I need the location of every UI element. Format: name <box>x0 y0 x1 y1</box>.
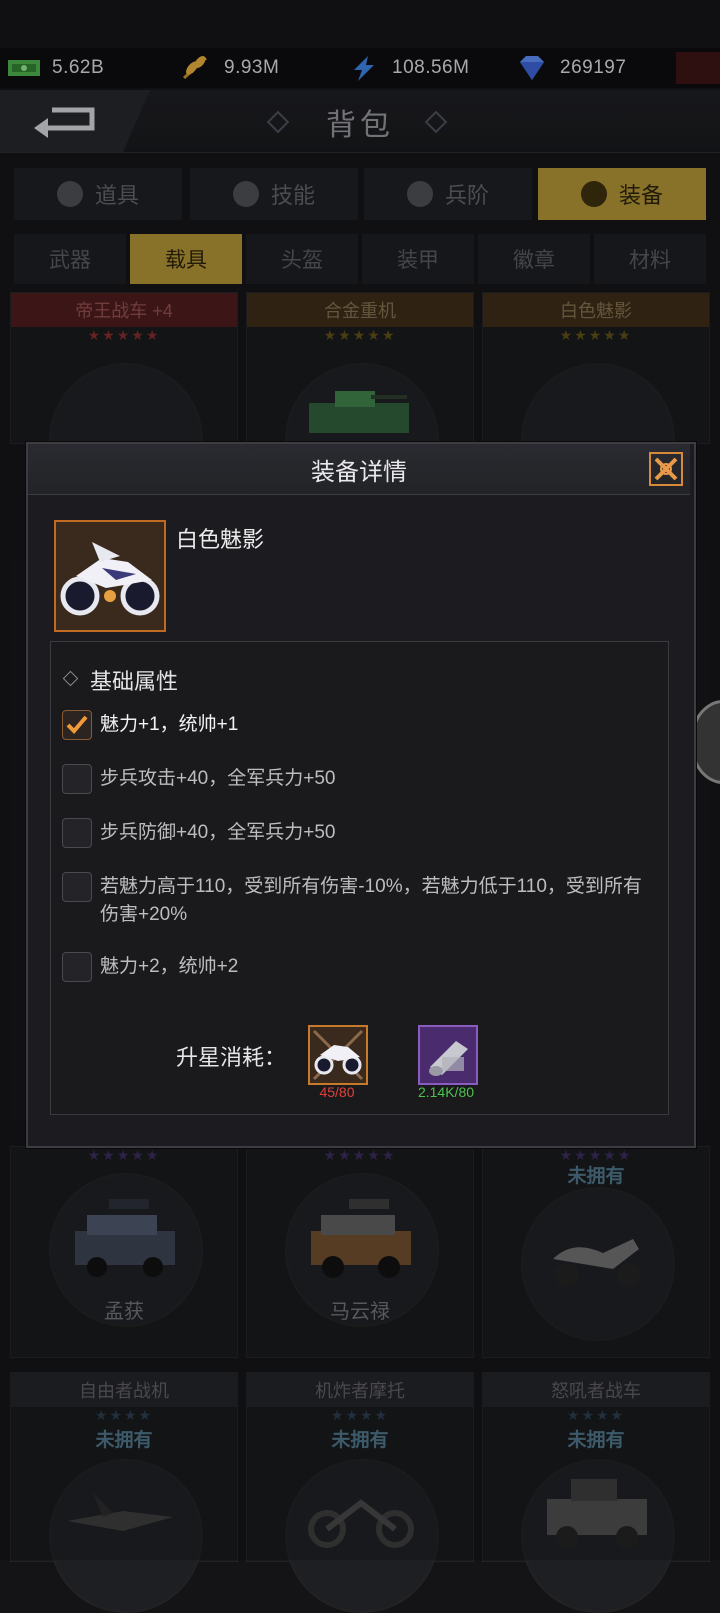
attribute-text: 魅力+2，统帅+2 <box>100 956 239 977</box>
cost-item-fragment[interactable] <box>308 1025 368 1085</box>
modal-title: 装备详情 <box>311 459 407 486</box>
cost-count: 2.14K/80 <box>417 1084 475 1100</box>
motorcycle-icon <box>312 1029 364 1081</box>
cost-item-material[interactable] <box>418 1025 478 1085</box>
steel-roll-icon <box>429 1041 468 1076</box>
attribute-checkbox[interactable] <box>62 764 92 794</box>
cost-label: 升星消耗： <box>176 1045 287 1070</box>
close-icon[interactable] <box>648 451 684 487</box>
attribute-checkbox[interactable] <box>62 818 92 848</box>
item-name: 白色魅影 <box>176 527 265 552</box>
motorcycle-icon <box>60 542 160 616</box>
attribute-checkbox[interactable] <box>62 710 92 740</box>
section-title: 基础属性 <box>90 669 179 694</box>
attribute-checkbox[interactable] <box>62 952 92 982</box>
attribute-text: 魅力+1，统帅+1 <box>100 714 239 735</box>
checkmark-icon <box>66 715 88 734</box>
cost-count: 45/80 <box>319 1084 355 1100</box>
attribute-checkbox[interactable] <box>62 872 92 902</box>
attribute-text: 若魅力高于110，受到所有伤害-10%，若魅力低于110，受到所有伤害+20% <box>100 876 642 925</box>
attribute-text: 步兵防御+40，全军兵力+50 <box>100 822 336 843</box>
item-icon-frame <box>54 520 166 632</box>
attribute-text: 步兵攻击+40，全军兵力+50 <box>100 768 336 789</box>
